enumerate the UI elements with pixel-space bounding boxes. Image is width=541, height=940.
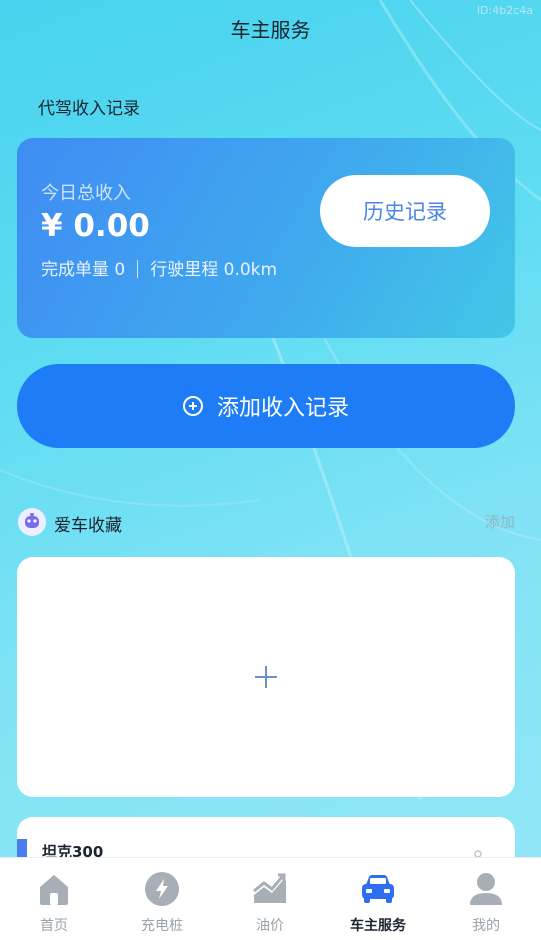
add-car-card[interactable]: [17, 557, 515, 797]
favorites-add-link[interactable]: 添加: [485, 511, 515, 532]
add-income-button[interactable]: 添加收入记录: [17, 364, 515, 448]
tab-owner-services[interactable]: 车主服务: [324, 858, 432, 940]
today-income-amount: ¥ 0.00: [41, 208, 150, 244]
bottom-tab-bar: 首页 充电桩 油价 车主服务 我的: [0, 857, 541, 940]
stats-divider: [137, 260, 139, 278]
car-marker: [17, 839, 27, 857]
trend-icon: [253, 873, 286, 903]
tab-label-home: 首页: [40, 918, 68, 934]
tab-label-owner-services: 车主服务: [350, 918, 406, 934]
section-title: 代驾收入记录: [38, 99, 140, 119]
tab-charging[interactable]: 充电桩: [108, 858, 216, 940]
tab-home[interactable]: 首页: [0, 858, 108, 940]
tab-oil-price[interactable]: 油价: [216, 858, 324, 940]
add-income-label: 添加收入记录: [216, 396, 349, 421]
favorites-title: 爱车收藏: [54, 516, 122, 536]
tab-mine[interactable]: 我的: [432, 858, 540, 940]
tab-label-oil-price: 油价: [256, 918, 284, 934]
charging-icon: [145, 872, 179, 906]
mileage: 行驶里程 0.0km: [150, 260, 278, 280]
plus-circle-icon: [182, 396, 203, 416]
income-stats: 完成单量 0 行驶里程 0.0km: [41, 255, 277, 280]
page-title: 车主服务: [230, 18, 311, 42]
order-count: 完成单量 0: [41, 260, 126, 280]
robot-avatar-icon: [18, 508, 46, 536]
user-icon: [470, 873, 502, 905]
history-button[interactable]: 历史记录: [320, 175, 490, 247]
tab-label-mine: 我的: [472, 918, 500, 934]
car-icon: [362, 875, 394, 903]
today-income-label: 今日总收入: [41, 183, 131, 204]
income-summary-card: 今日总收入 ¥ 0.00 完成单量 0 行驶里程 0.0km 历史记录: [17, 138, 515, 338]
plus-icon: [255, 666, 277, 688]
favorites-header: 爱车收藏 添加: [18, 506, 515, 538]
home-icon: [40, 875, 68, 905]
tab-label-charging: 充电桩: [141, 918, 183, 934]
